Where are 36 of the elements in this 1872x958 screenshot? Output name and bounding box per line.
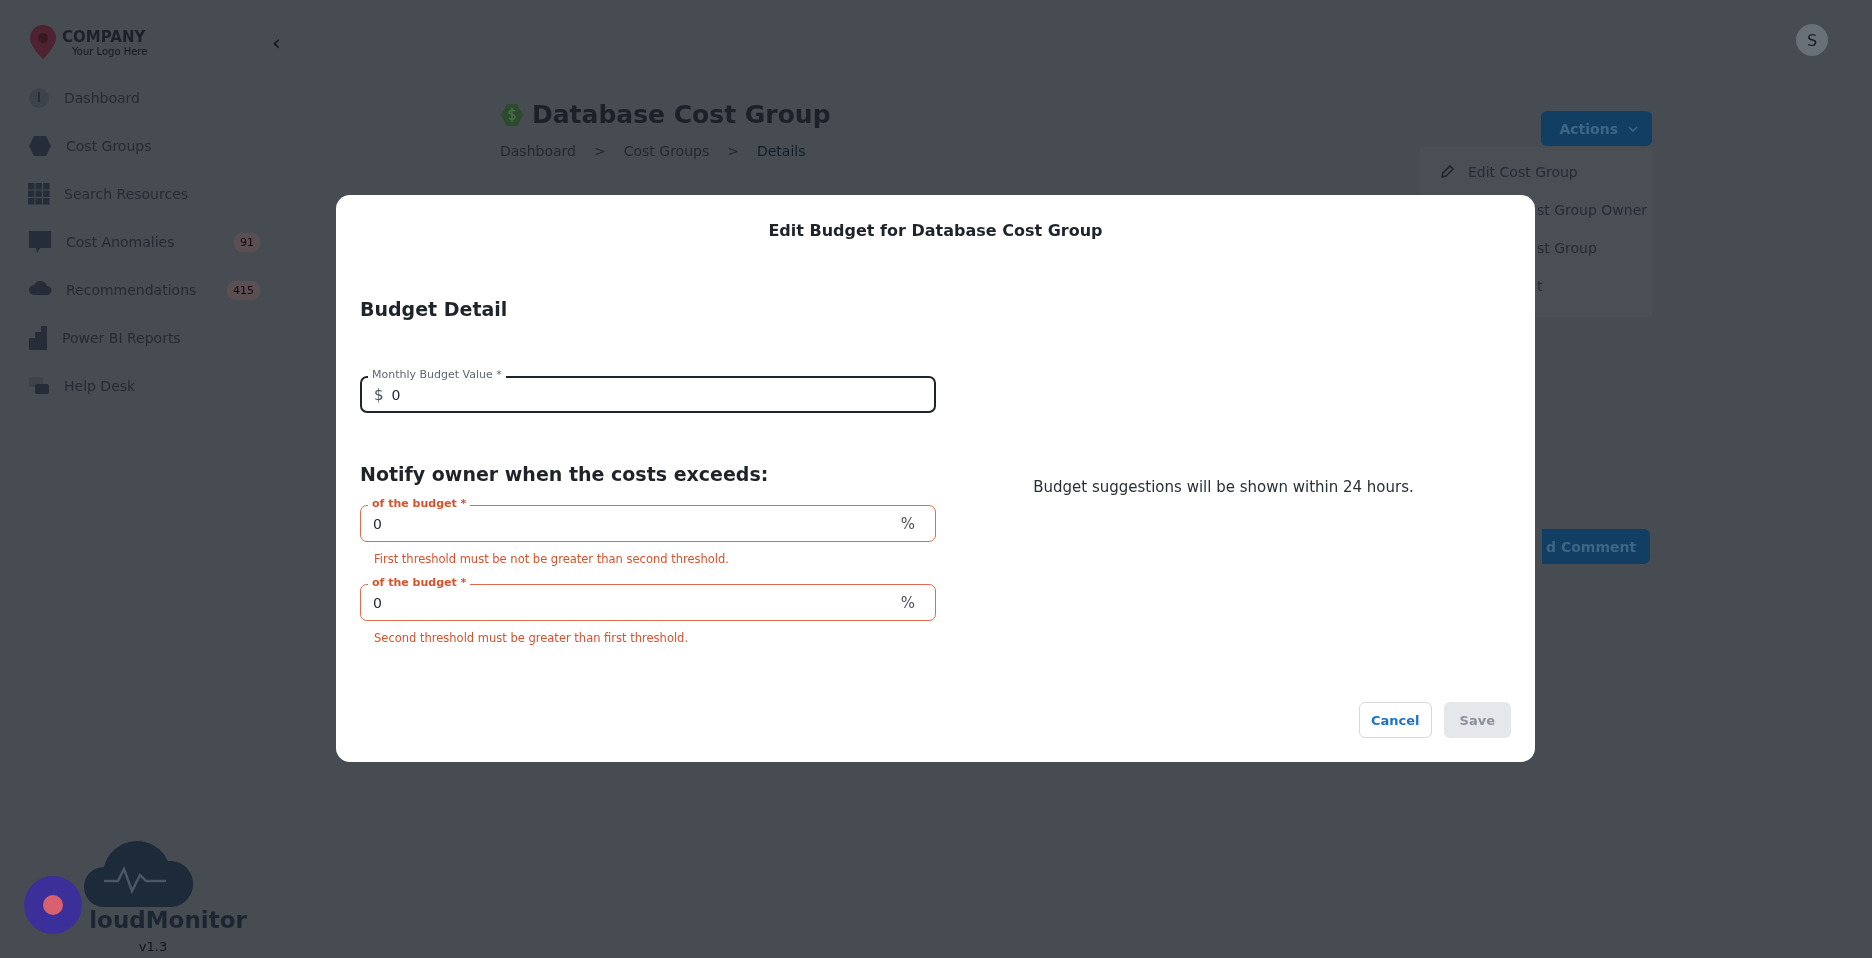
pencil-icon: [1440, 165, 1454, 179]
chat-icon: [28, 230, 52, 254]
percent-suffix: %: [900, 593, 915, 612]
chevron-down-icon: [1628, 125, 1638, 132]
section-heading: Budget Detail: [360, 298, 509, 320]
hexagon-icon: [28, 135, 52, 157]
section-heading: Notify owner when the costs exceeds:: [360, 463, 770, 485]
threshold-input[interactable]: 0: [373, 594, 893, 611]
gauge-icon: [28, 87, 50, 109]
budget-input[interactable]: 0: [391, 386, 914, 403]
field-label: of the budget *: [368, 497, 471, 511]
field-label: Monthly Budget Value *: [368, 368, 506, 382]
threshold-input[interactable]: 0: [373, 515, 893, 532]
error-message: Second threshold must be greater than first threshold.: [374, 631, 690, 645]
grid-icon: [28, 183, 50, 205]
threshold-field[interactable]: 0 % of the budget *: [360, 497, 936, 542]
cancel-button[interactable]: Cancel: [1359, 702, 1432, 738]
user-avatar[interactable]: S: [1796, 24, 1828, 56]
breadcrumb-separator: >: [593, 143, 606, 159]
map-pin-logo-icon: [28, 24, 58, 60]
error-message: First threshold must be not be greater than second threshold.: [374, 552, 730, 566]
dialog-title: Edit Budget for Database Cost Group: [767, 221, 1104, 240]
budget-value-field[interactable]: $ 0 Monthly Budget Value *: [360, 368, 936, 413]
breadcrumb-separator: >: [727, 143, 739, 159]
field-label: of the budget *: [368, 576, 471, 590]
chat-bubbles-icon: [28, 375, 50, 397]
collapse-button[interactable]: ‹: [272, 30, 281, 55]
version-label: v1.3: [138, 939, 168, 954]
currency-prefix: $: [374, 385, 384, 404]
suggestion-text: Budget suggestions will be shown within 24 hours.: [1033, 477, 1414, 496]
percent-suffix: %: [900, 514, 915, 533]
dollar-hexagon-icon: [500, 102, 524, 127]
count-badge: 415: [227, 280, 260, 300]
threshold-field[interactable]: 0 % of the budget *: [360, 576, 936, 621]
count-badge: 91: [234, 232, 260, 252]
bar-chart-icon: [28, 326, 48, 350]
